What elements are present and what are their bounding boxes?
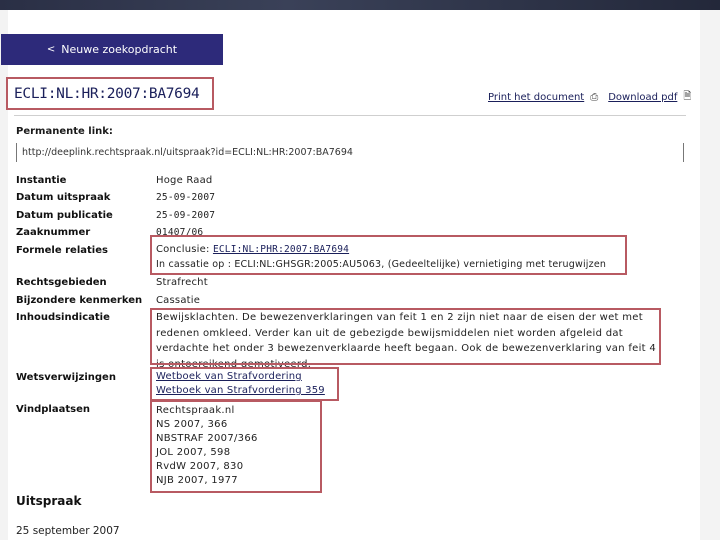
wetsverwijzing-link-1[interactable]: Wetboek van Strafvordering bbox=[156, 371, 302, 382]
rechtsgebieden-value: Strafrecht bbox=[156, 277, 208, 288]
top-banner bbox=[0, 0, 720, 10]
vindplaatsen-list: Rechtspraak.nl NS 2007, 366 NBSTRAF 2007… bbox=[156, 404, 258, 488]
wetsverwijzingen-label: Wetsverwijzingen bbox=[16, 372, 116, 383]
vindplaats-item: Rechtspraak.nl bbox=[156, 405, 235, 416]
inhoudsindicatie-text: Bewijsklachten. De bewezenverklaringen v… bbox=[156, 312, 657, 370]
conclusie-prefix: Conclusie: bbox=[156, 244, 213, 255]
zaaknummer-value: 01407/06 bbox=[156, 227, 204, 238]
download-pdf-link[interactable]: Download pdf bbox=[608, 92, 677, 103]
datum-uitspraak-value: 25-09-2007 bbox=[156, 192, 216, 203]
new-search-label: Neuwe zoekopdracht bbox=[61, 43, 178, 56]
datum-publicatie-value: 25-09-2007 bbox=[156, 210, 216, 221]
new-search-button[interactable]: < Neuwe zoekopdracht bbox=[1, 34, 223, 65]
kenmerken-value: Cassatie bbox=[156, 295, 201, 306]
datum-publicatie-label: Datum publicatie bbox=[16, 210, 113, 221]
rechtsgebieden-label: Rechtsgebieden bbox=[16, 277, 107, 288]
permalink-field[interactable] bbox=[16, 143, 684, 162]
uitspraak-heading: Uitspraak bbox=[16, 494, 82, 508]
instantie-value: Hoge Raad bbox=[156, 175, 213, 186]
zaaknummer-label: Zaaknummer bbox=[16, 227, 91, 238]
vindplaats-item: RvdW 2007, 830 bbox=[156, 461, 244, 472]
ecli-identifier: NL:HR:2007:BA7694 bbox=[56, 86, 200, 102]
ecli-title: ECLI:NL:HR:2007:BA7694 bbox=[14, 86, 200, 102]
print-document-link[interactable]: Print het document bbox=[488, 92, 584, 103]
vindplaats-item: JOL 2007, 598 bbox=[156, 447, 231, 458]
document-actions: Print het document ⎙ Download pdf 🗎 bbox=[488, 89, 695, 106]
wetsverwijzing-item: Wetboek van Strafvordering bbox=[156, 371, 302, 382]
printer-icon[interactable]: ⎙ bbox=[590, 92, 598, 103]
pdf-icon[interactable]: 🗎 bbox=[683, 89, 691, 106]
formele-relaties-label: Formele relaties bbox=[16, 245, 108, 256]
permalink-label: Permanente link: bbox=[16, 126, 113, 137]
divider bbox=[14, 115, 686, 116]
page-background-left bbox=[0, 10, 8, 540]
uitspraak-date: 25 september 2007 bbox=[16, 525, 120, 537]
chevron-left-icon: < bbox=[46, 44, 56, 55]
conclusie-link[interactable]: ECLI:NL:PHR:2007:BA7694 bbox=[213, 244, 349, 255]
ecli-prefix: ECLI: bbox=[14, 86, 57, 102]
vindplaatsen-label: Vindplaatsen bbox=[16, 404, 90, 415]
wetsverwijzing-link-2[interactable]: Wetboek van Strafvordering 359 bbox=[156, 385, 325, 396]
datum-uitspraak-label: Datum uitspraak bbox=[16, 192, 111, 203]
kenmerken-label: Bijzondere kenmerken bbox=[16, 295, 143, 306]
vindplaats-item: NS 2007, 366 bbox=[156, 419, 228, 430]
wetsverwijzing-item: Wetboek van Strafvordering 359 bbox=[156, 385, 325, 396]
cassatie-line: In cassatie op : ECLI:NL:GHSGR:2005:AU50… bbox=[156, 259, 607, 270]
instantie-label: Instantie bbox=[16, 175, 67, 186]
conclusie-line: Conclusie: ECLI:NL:PHR:2007:BA7694 bbox=[156, 244, 349, 255]
page-background-right bbox=[700, 10, 720, 540]
inhoudsindicatie-label: Inhoudsindicatie bbox=[16, 312, 110, 323]
vindplaats-item: NJB 2007, 1977 bbox=[156, 475, 238, 486]
vindplaats-item: NBSTRAF 2007/366 bbox=[156, 433, 258, 444]
